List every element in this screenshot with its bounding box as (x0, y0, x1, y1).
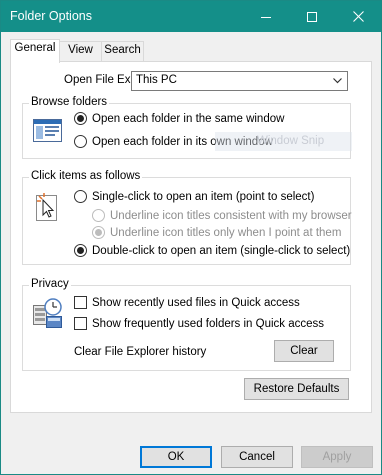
checkbox-frequent-folders-label: Show frequently used folders in Quick ac… (92, 317, 325, 330)
restore-defaults-button[interactable]: Restore Defaults (244, 378, 349, 400)
radio-underline-point-dot[interactable] (92, 226, 105, 239)
checkbox-recent-files-box[interactable] (74, 296, 87, 309)
radio-double-click[interactable]: Double-click to open an item (single-cli… (74, 244, 350, 257)
cancel-button[interactable]: Cancel (221, 446, 293, 468)
tab-strip: General View Search (1, 32, 381, 63)
radio-underline-consistent-dot[interactable] (92, 209, 105, 222)
apply-button[interactable]: Apply (301, 446, 373, 468)
close-button[interactable] (335, 1, 381, 32)
tab-view[interactable]: View (59, 41, 102, 61)
tab-search[interactable]: Search (101, 41, 144, 61)
clear-history-button[interactable]: Clear (274, 340, 334, 362)
checkbox-frequent-folders[interactable]: Show frequently used folders in Quick ac… (74, 317, 324, 330)
checkbox-frequent-folders-box[interactable] (74, 317, 87, 330)
click-items-icon (36, 193, 57, 221)
chevron-down-icon (333, 78, 342, 84)
open-explorer-value: This PC (136, 74, 177, 86)
minimize-button[interactable] (243, 1, 289, 32)
checkbox-recent-files[interactable]: Show recently used files in Quick access (74, 296, 300, 309)
radio-same-window-dot[interactable] (74, 112, 87, 125)
click-items-title: Click items as follows (29, 170, 143, 182)
radio-own-window-dot[interactable] (74, 135, 87, 148)
maximize-button[interactable] (289, 1, 335, 32)
close-icon (352, 11, 364, 22)
clear-history-label: Clear File Explorer history (74, 346, 207, 358)
radio-double-click-dot[interactable] (74, 244, 87, 257)
radio-same-window-label: Open each folder in the same window (92, 112, 285, 125)
privacy-icon (33, 298, 62, 328)
ok-button[interactable]: OK (140, 446, 212, 468)
radio-underline-consistent-label: Underline icon titles consistent with my… (110, 209, 352, 222)
radio-underline-consistent[interactable]: Underline icon titles consistent with my… (92, 209, 352, 222)
browse-folders-icon (33, 119, 62, 142)
privacy-title: Privacy (29, 278, 71, 290)
radio-single-click-label: Single-click to open an item (point to s… (92, 190, 315, 203)
window-title: Folder Options (10, 9, 92, 23)
radio-underline-point[interactable]: Underline icon titles only when I point … (92, 226, 341, 239)
radio-underline-point-label: Underline icon titles only when I point … (110, 226, 342, 239)
folder-options-window: Folder Options General View Search Open … (0, 0, 382, 475)
minimize-icon (261, 16, 271, 18)
title-bar[interactable]: Folder Options (1, 1, 381, 32)
tab-general[interactable]: General (10, 39, 60, 63)
radio-same-window[interactable]: Open each folder in the same window (74, 112, 284, 125)
maximize-icon (307, 11, 317, 22)
radio-single-click[interactable]: Single-click to open an item (point to s… (74, 190, 314, 203)
checkbox-recent-files-label: Show recently used files in Quick access (92, 296, 300, 309)
browse-folders-title: Browse folders (29, 96, 110, 108)
open-explorer-dropdown[interactable]: This PC (131, 71, 348, 91)
radio-single-click-dot[interactable] (74, 190, 87, 203)
radio-double-click-label: Double-click to open an item (single-cli… (92, 244, 351, 257)
window-snip-overlay: Window Snip (215, 132, 352, 151)
